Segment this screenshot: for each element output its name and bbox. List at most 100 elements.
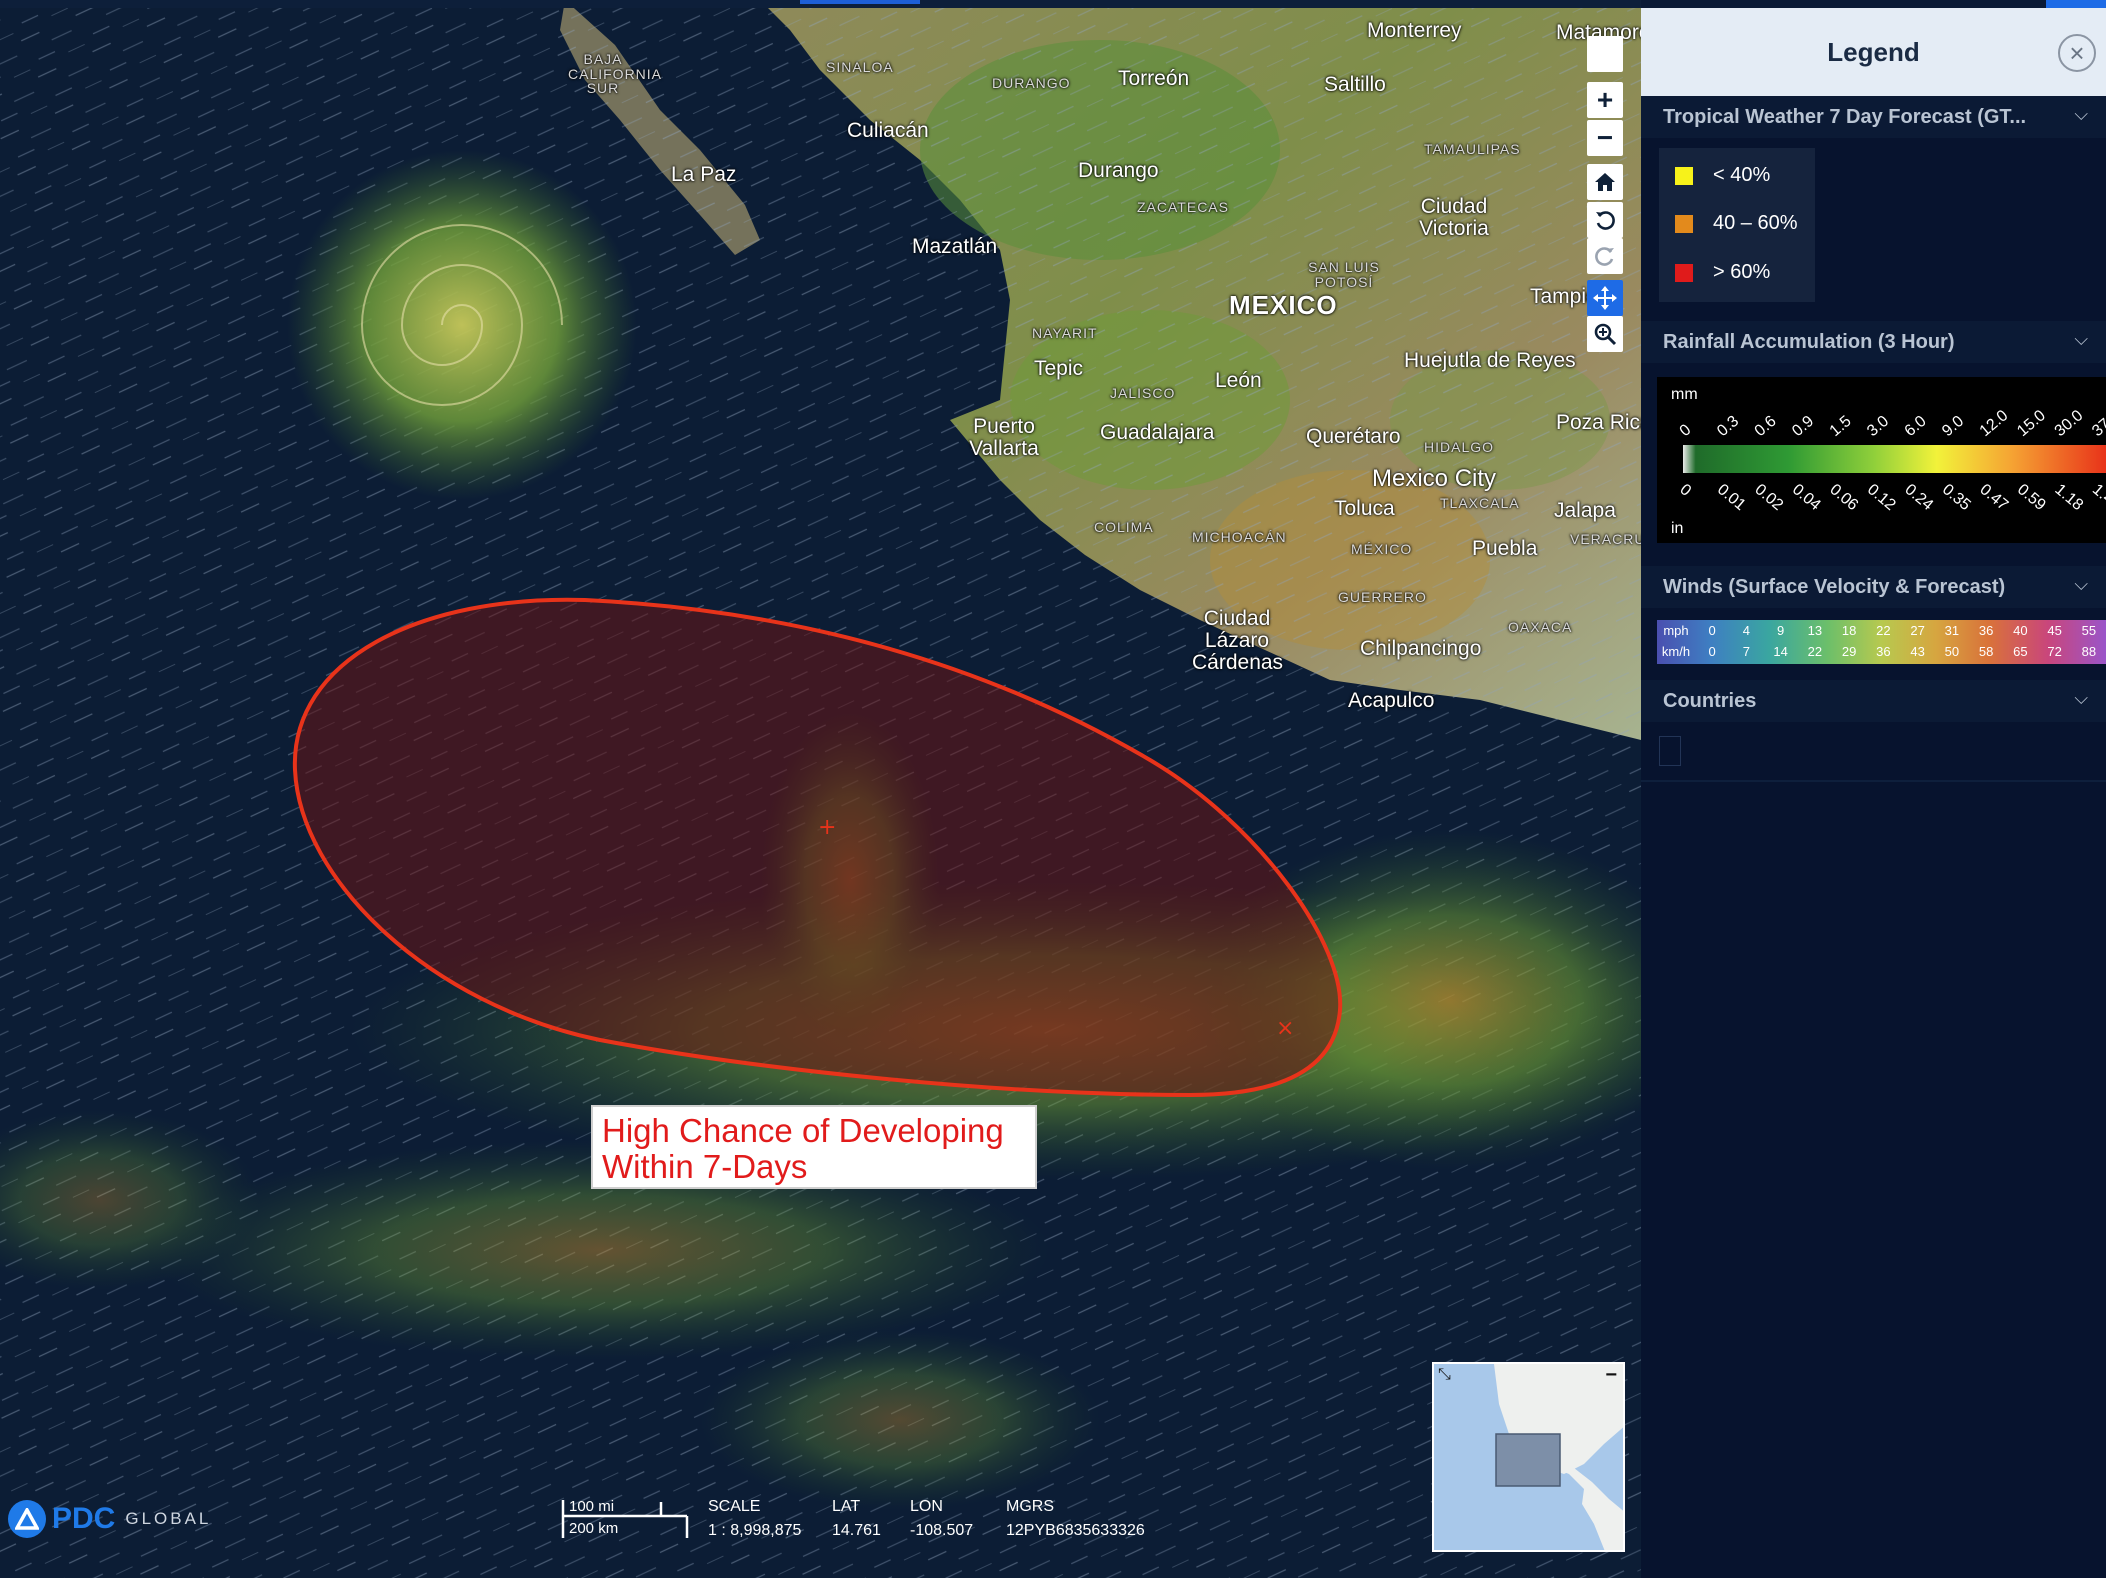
close-icon[interactable]: ×	[2058, 34, 2096, 72]
rain-mm-tick: 0.9	[1789, 413, 1817, 440]
wind-tick: 55	[2081, 623, 2097, 638]
place-label: Ciudad Lázaro Cárdenas	[1192, 607, 1284, 675]
wind-tick: 4	[1742, 623, 1750, 638]
state-label: HIDALGO	[1424, 439, 1495, 455]
place-label: Poza Rica	[1556, 411, 1641, 434]
state-label: BAJA CALIFORNIA SUR	[568, 51, 663, 97]
wind-tick: 14	[1773, 644, 1788, 659]
place-label: Monterrey	[1367, 19, 1462, 42]
disturbance-marker-x[interactable]: ×	[1276, 1016, 1294, 1041]
pan-icon[interactable]	[1587, 280, 1623, 316]
wind-tick: 22	[1876, 623, 1891, 638]
state-label: ZACATECAS	[1137, 199, 1229, 215]
map-basemap: + ×	[0, 0, 1641, 1578]
place-label: Huejutla de Reyes	[1404, 349, 1576, 372]
legend-section-winds[interactable]: Winds (Surface Velocity & Forecast) ⌵	[1641, 566, 2106, 608]
state-label: SINALOA	[826, 59, 894, 75]
section-title: Winds (Surface Velocity & Forecast)	[1663, 575, 2006, 598]
scale-bar-mi: 100 mi	[569, 1498, 615, 1515]
place-label: Tepic	[1034, 357, 1084, 380]
rain-mm-tick: 6.0	[1902, 413, 1930, 440]
rain-mm-tick: 15.0	[2014, 407, 2049, 440]
legend-section-countries[interactable]: Countries ⌵	[1641, 680, 2106, 722]
place-label: Puerto Vallarta	[969, 415, 1039, 461]
state-label: DURANGO	[992, 75, 1071, 91]
rain-in-tick: 0.02	[1751, 481, 1786, 514]
place-label: Mexico City	[1372, 465, 1497, 492]
legend-top-indicator	[2046, 0, 2106, 8]
place-label: Torreón	[1118, 67, 1190, 90]
rainfall-gradient	[1683, 445, 2106, 473]
state-label: COLIMA	[1094, 519, 1154, 535]
pdc-logo-icon	[8, 1500, 46, 1538]
legend-section-rainfall[interactable]: Rainfall Accumulation (3 Hour) ⌵	[1641, 321, 2106, 363]
zoom-in-button[interactable]: +	[1587, 82, 1623, 118]
wind-tick: 13	[1807, 623, 1823, 638]
chevron-down-icon[interactable]: ⌵	[2074, 688, 2088, 709]
redo-view-icon[interactable]	[1587, 238, 1623, 274]
wind-unit-label: mph	[1663, 623, 1689, 638]
state-label: TAMAULIPAS	[1424, 141, 1521, 157]
chevron-down-icon[interactable]: ⌵	[2074, 104, 2088, 125]
rain-in-tick: 0.24	[1901, 481, 1936, 514]
swatch-medium	[1675, 214, 1693, 233]
map-view[interactable]: + × Monterrey Matamoros Saltillo Torreón…	[0, 0, 1641, 1578]
place-label: Saltillo	[1324, 73, 1386, 96]
place-label: León	[1215, 369, 1262, 392]
rain-unit-in: in	[1671, 520, 1683, 537]
logo-name: PDC	[52, 1502, 116, 1535]
gtwo-item-high: > 60%	[1675, 261, 1770, 284]
rain-mm-tick: 37	[2089, 416, 2106, 441]
wind-tick: 22	[1807, 644, 1823, 659]
callout-line-2: Within 7-Days	[602, 1148, 808, 1185]
overview-extent[interactable]	[1495, 1433, 1561, 1487]
legend-section-tropical-weather[interactable]: Tropical Weather 7 Day Forecast (GT... ⌵	[1641, 96, 2106, 138]
home-icon[interactable]	[1587, 164, 1623, 200]
wind-unit-label: km/h	[1661, 644, 1691, 659]
place-label: Jalapa	[1554, 499, 1616, 522]
chevron-down-icon[interactable]: ⌵	[2074, 574, 2088, 595]
wind-tick: 0	[1708, 644, 1716, 659]
chevron-down-icon[interactable]: ⌵	[2074, 329, 2088, 350]
place-label: La Paz	[671, 163, 737, 186]
rain-mm-tick: 0.3	[1714, 413, 1742, 440]
readout-label-lat: LAT	[832, 1498, 861, 1515]
state-label: SAN LUIS POTOSÍ	[1308, 259, 1380, 290]
logo-tag: GLOBAL	[125, 1509, 212, 1528]
zoom-out-button[interactable]: −	[1587, 120, 1623, 156]
place-label: Culiacán	[847, 119, 929, 142]
zoom-box-icon[interactable]	[1587, 316, 1623, 352]
minimize-icon[interactable]: −	[1605, 1364, 1617, 1387]
wind-tick: 65	[2013, 644, 2028, 659]
wind-tick: 50	[1944, 644, 1960, 659]
readout-value-lat: 14.761	[832, 1522, 881, 1539]
place-label: Toluca	[1334, 497, 1395, 520]
disturbance-marker-plus[interactable]: +	[818, 815, 836, 840]
rain-mm-tick: 3.0	[1864, 413, 1892, 440]
legend-header: Legend ×	[1641, 8, 2106, 96]
readout-value-lon: -108.507	[910, 1522, 974, 1539]
swatch-low	[1675, 166, 1693, 185]
countries-swatch	[1659, 736, 1681, 766]
place-label: Durango	[1078, 159, 1159, 182]
gtwo-legend: < 40% 40 – 60% > 60%	[1659, 148, 1815, 302]
rain-in-tick: 0.59	[2014, 481, 2049, 514]
wind-tick: 72	[2047, 644, 2062, 659]
rain-in-tick: 0.01	[1714, 481, 1749, 514]
country-label: MEXICO	[1229, 290, 1338, 320]
state-label: VERACRUZ	[1570, 531, 1641, 547]
top-strip-indicator	[800, 0, 920, 4]
wind-mph-row: mph 0 4 9 13 18 22 27 31 36 40 45 55	[1657, 623, 2106, 638]
place-label: Mazatlán	[912, 235, 998, 258]
wind-tick: 40	[2013, 623, 2028, 638]
rain-in-tick: 0.06	[1826, 481, 1861, 514]
wind-tick: 9	[1777, 623, 1785, 638]
state-label: TLAXCALA	[1440, 495, 1520, 511]
overview-map-graphic	[1434, 1364, 1623, 1550]
place-label: Puebla	[1472, 537, 1538, 560]
undo-view-icon[interactable]	[1587, 202, 1623, 238]
expand-icon[interactable]: ⤡	[1438, 1366, 1451, 1384]
wind-kmh-row: km/h 0 7 14 22 29 36 43 50 58 65 72 88	[1657, 644, 2106, 659]
map-control-blank[interactable]	[1587, 36, 1623, 72]
overview-map[interactable]: ⤡ −	[1432, 1362, 1625, 1552]
